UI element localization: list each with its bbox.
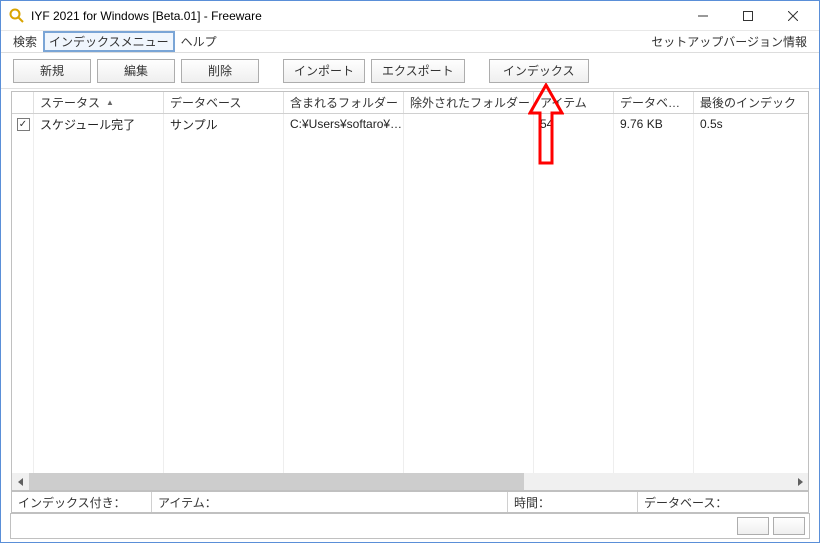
- menubar: 検索 インデックスメニュー ヘルプ セットアップバージョン情報: [1, 31, 819, 53]
- app-icon: [9, 8, 25, 24]
- grid-header: ステータス ▲ データベース 含まれるフォルダー 除外されたフォルダー アイテム…: [12, 92, 808, 114]
- horizontal-scrollbar[interactable]: [12, 473, 808, 490]
- menu-search[interactable]: 検索: [7, 31, 43, 52]
- col-status[interactable]: ステータス ▲: [34, 92, 164, 113]
- col-dbsize[interactable]: データベ…: [614, 92, 694, 113]
- cell-items: 54: [534, 115, 614, 133]
- footer-button-1[interactable]: [737, 517, 769, 535]
- minimize-button[interactable]: [680, 2, 725, 30]
- cell-database: サンプル: [164, 114, 284, 135]
- maximize-button[interactable]: [725, 2, 770, 30]
- scroll-left-icon[interactable]: [12, 473, 29, 490]
- window-title: IYF 2021 for Windows [Beta.01] - Freewar…: [31, 9, 680, 23]
- footer-bar: [10, 513, 810, 539]
- index-button[interactable]: インデックス: [489, 59, 589, 83]
- footer-button-2[interactable]: [773, 517, 805, 535]
- cell-included: C:¥Users¥softaro¥…: [284, 115, 404, 133]
- scroll-thumb[interactable]: [29, 473, 524, 490]
- close-button[interactable]: [770, 2, 815, 30]
- status-time-label: 時間：: [508, 492, 638, 512]
- menu-help[interactable]: ヘルプ: [175, 31, 223, 52]
- scroll-right-icon[interactable]: [791, 473, 808, 490]
- delete-button[interactable]: 削除: [181, 59, 259, 83]
- menu-setup-version[interactable]: セットアップバージョン情報: [645, 31, 813, 52]
- menu-index-menu[interactable]: インデックスメニュー: [43, 31, 175, 52]
- scroll-track[interactable]: [29, 473, 791, 490]
- new-button[interactable]: 新規: [13, 59, 91, 83]
- col-status-label: ステータス: [40, 94, 100, 111]
- row-checkbox[interactable]: [17, 118, 30, 131]
- status-db-label: データベース：: [638, 492, 808, 512]
- col-included[interactable]: 含まれるフォルダー: [284, 92, 404, 113]
- statusbar: インデックス付き： アイテム： 時間： データベース：: [11, 491, 809, 513]
- titlebar: IYF 2021 for Windows [Beta.01] - Freewar…: [1, 1, 819, 31]
- export-button[interactable]: エクスポート: [371, 59, 465, 83]
- data-grid: ステータス ▲ データベース 含まれるフォルダー 除外されたフォルダー アイテム…: [11, 91, 809, 491]
- cell-status: スケジュール完了: [34, 114, 164, 135]
- table-row[interactable]: スケジュール完了 サンプル C:¥Users¥softaro¥… 54 9.76…: [12, 114, 808, 134]
- col-excluded[interactable]: 除外されたフォルダー: [404, 92, 534, 113]
- cell-excluded: [404, 122, 534, 126]
- sort-indicator-icon: ▲: [106, 98, 114, 107]
- status-items-label: アイテム：: [152, 492, 508, 512]
- col-items[interactable]: アイテム: [534, 92, 614, 113]
- edit-button[interactable]: 編集: [97, 59, 175, 83]
- status-indexed-label: インデックス付き：: [12, 492, 152, 512]
- col-database[interactable]: データベース: [164, 92, 284, 113]
- row-checkbox-cell[interactable]: [12, 118, 34, 131]
- import-button[interactable]: インポート: [283, 59, 365, 83]
- window-controls: [680, 2, 815, 30]
- toolbar: 新規 編集 削除 インポート エクスポート インデックス: [1, 53, 819, 89]
- cell-dbsize: 9.76 KB: [614, 115, 694, 133]
- col-checkbox[interactable]: [12, 92, 34, 113]
- col-lastindex[interactable]: 最後のインデック: [694, 92, 808, 113]
- cell-lastindex: 0.5s: [694, 115, 808, 133]
- grid-body: スケジュール完了 サンプル C:¥Users¥softaro¥… 54 9.76…: [12, 114, 808, 474]
